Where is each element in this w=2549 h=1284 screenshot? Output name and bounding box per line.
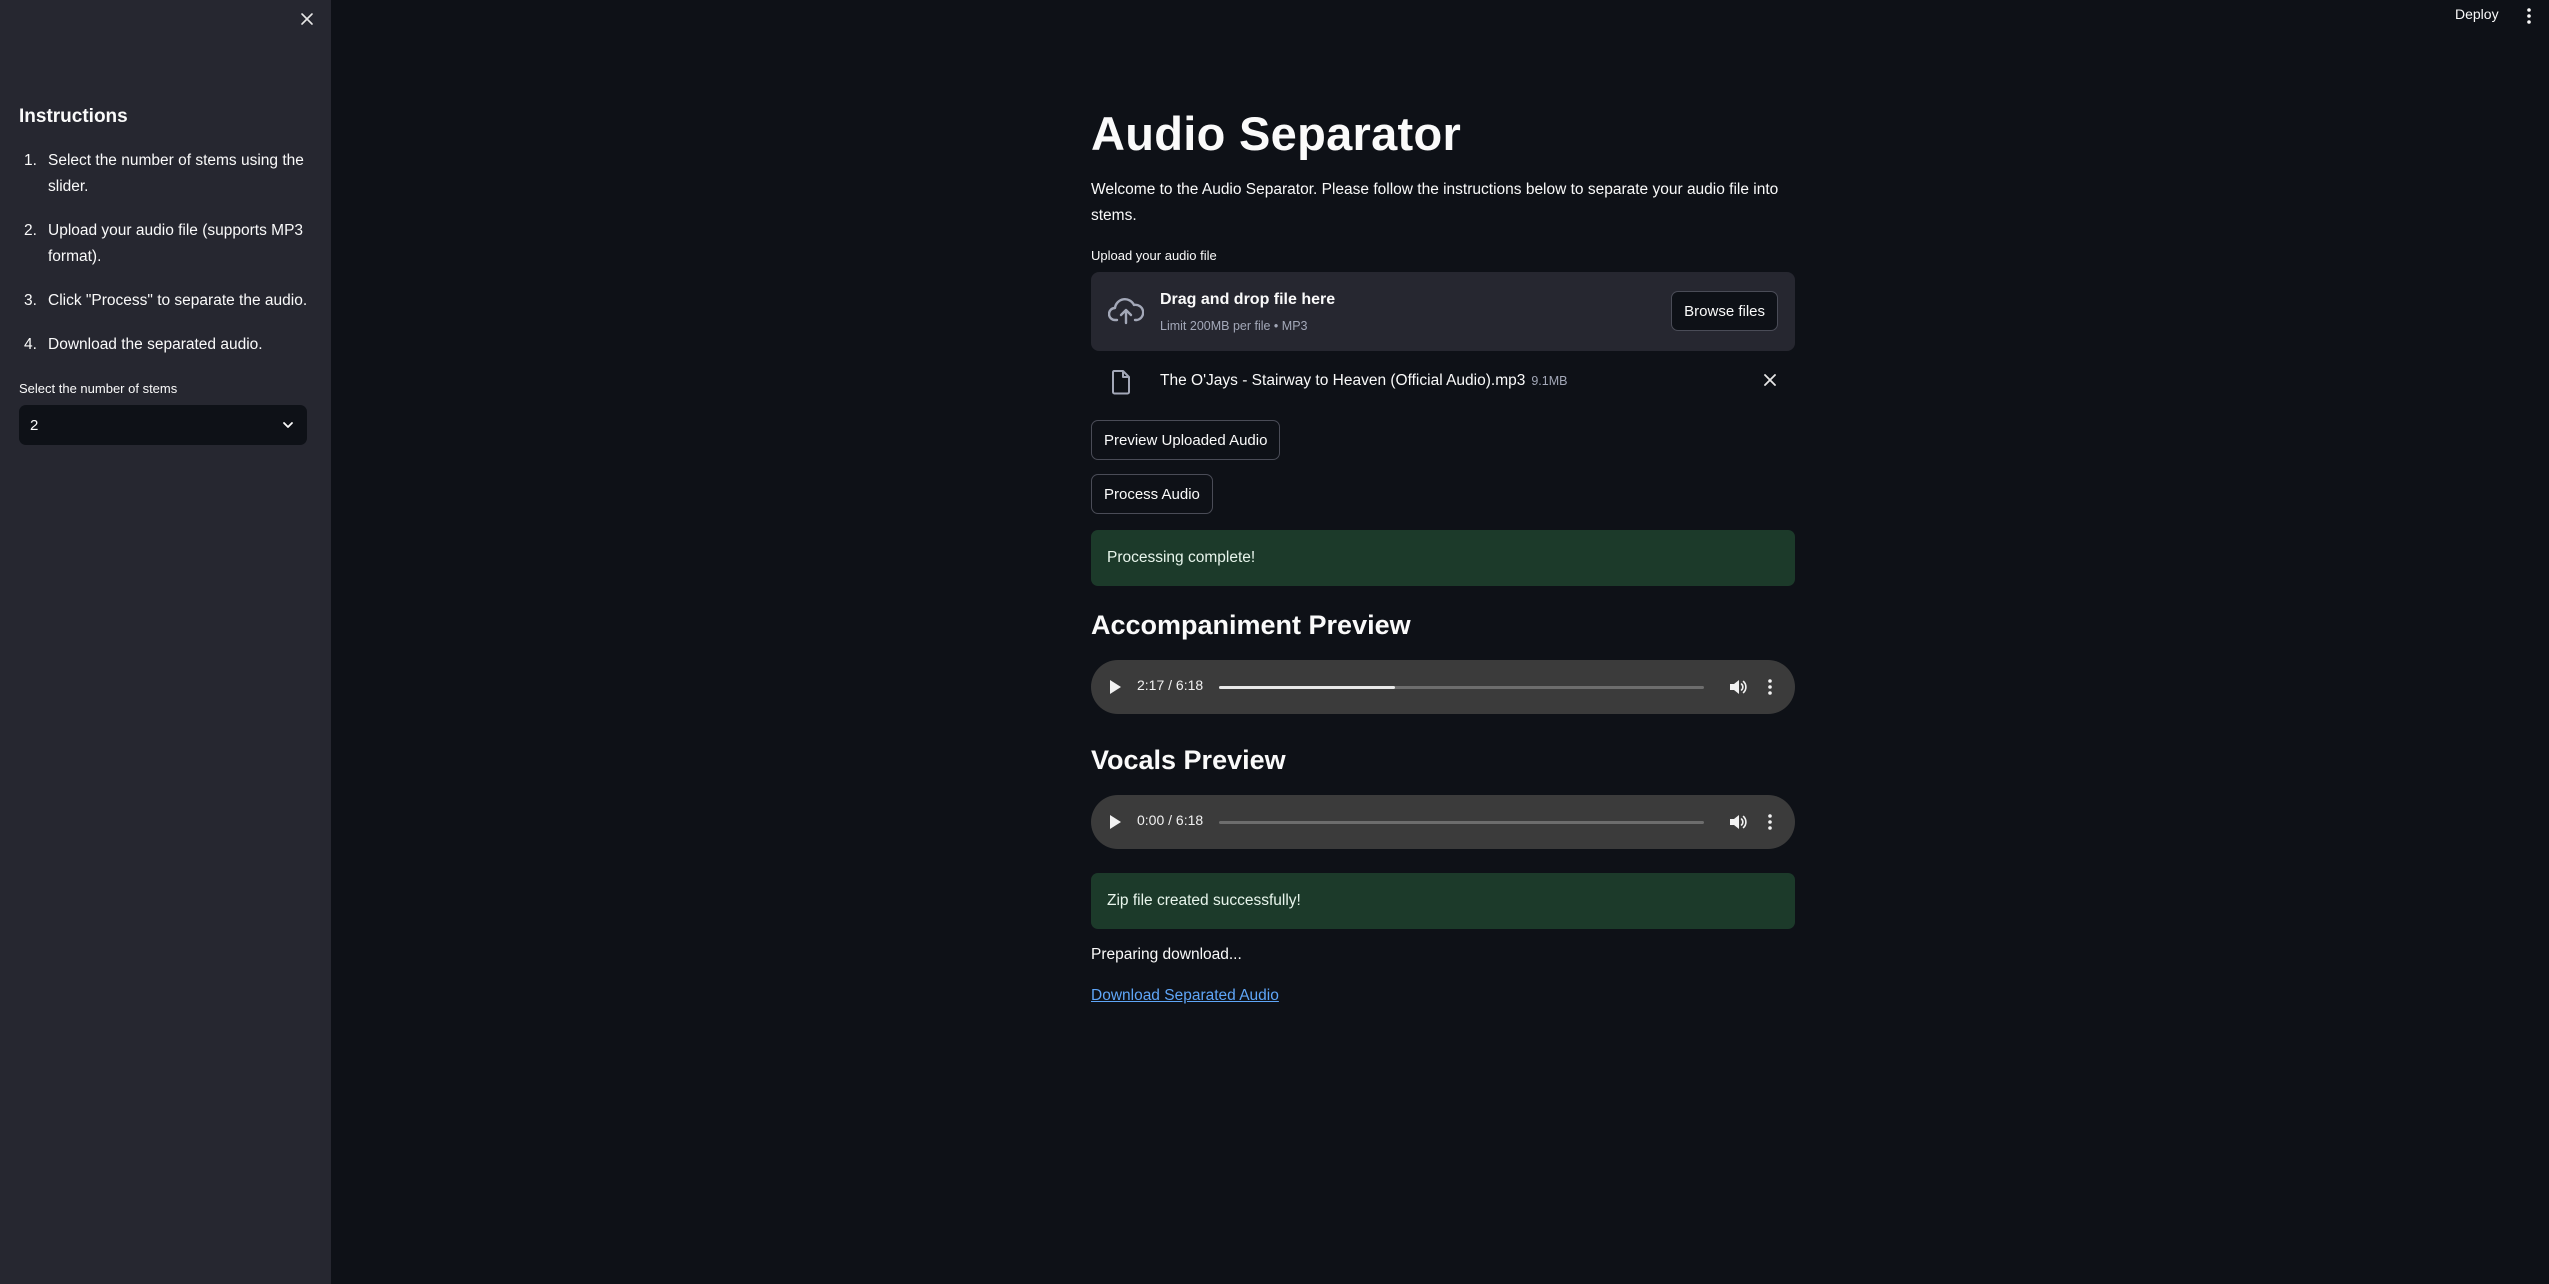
deploy-button[interactable]: Deploy <box>2455 6 2499 22</box>
more-vertical-icon <box>2527 8 2531 24</box>
uploaded-file-row: The O'Jays - Stairway to Heaven (Officia… <box>1091 364 1795 400</box>
processing-success-alert: Processing complete! <box>1091 530 1795 586</box>
instruction-item: 1. Select the number of stems using the … <box>19 148 309 200</box>
play-icon[interactable] <box>1108 814 1122 830</box>
player-time: 2:17 / 6:18 <box>1137 677 1204 693</box>
instruction-number: 2. <box>24 222 37 239</box>
instructions-heading: Instructions <box>19 106 128 127</box>
file-icon <box>1112 370 1130 395</box>
zip-status-text: Zip file created successfully! <box>1107 892 1301 909</box>
volume-icon[interactable] <box>1728 812 1748 832</box>
instruction-text: Upload your audio file (supports MP3 for… <box>48 222 304 265</box>
player-progress-fill <box>1219 686 1396 689</box>
close-icon <box>1764 374 1776 386</box>
uploaded-file-info: The O'Jays - Stairway to Heaven (Officia… <box>1160 372 1568 390</box>
sidebar: Instructions 1. Select the number of ste… <box>0 0 331 1284</box>
close-icon <box>301 13 313 25</box>
instruction-item: 2. Upload your audio file (supports MP3 … <box>19 218 309 270</box>
instruction-text: Download the separated audio. <box>48 336 263 353</box>
stems-select-value: 2 <box>30 416 39 434</box>
preview-uploaded-audio-button[interactable]: Preview Uploaded Audio <box>1091 420 1281 460</box>
stems-select-label: Select the number of stems <box>19 381 178 396</box>
preparing-download-text: Preparing download... <box>1091 946 1242 963</box>
instruction-number: 4. <box>24 336 37 353</box>
vocals-heading: Vocals Preview <box>1091 745 1286 775</box>
player-progress-slider[interactable] <box>1219 686 1704 689</box>
download-separated-audio-link[interactable]: Download Separated Audio <box>1091 987 1279 1005</box>
close-sidebar-button[interactable] <box>296 8 318 30</box>
play-icon[interactable] <box>1108 679 1122 695</box>
browse-files-button[interactable]: Browse files <box>1671 291 1778 331</box>
chevron-down-icon <box>283 422 293 428</box>
file-dropzone[interactable]: Drag and drop file here Limit 200MB per … <box>1091 272 1795 351</box>
cloud-upload-icon <box>1108 298 1144 325</box>
zip-success-alert: Zip file created successfully! <box>1091 873 1795 929</box>
instructions-list: 1. Select the number of stems using the … <box>19 148 309 376</box>
instruction-item: 4. Download the separated audio. <box>19 332 309 358</box>
remove-file-button[interactable] <box>1763 373 1777 392</box>
more-vertical-icon[interactable] <box>1765 677 1775 697</box>
volume-icon[interactable] <box>1728 677 1748 697</box>
uploaded-file-name: The O'Jays - Stairway to Heaven (Officia… <box>1160 372 1526 389</box>
processing-status-text: Processing complete! <box>1107 549 1256 566</box>
more-vertical-icon[interactable] <box>1765 812 1775 832</box>
instruction-number: 1. <box>24 152 37 169</box>
vocals-audio-player[interactable]: 0:00 / 6:18 <box>1091 795 1795 849</box>
instruction-text: Select the number of stems using the sli… <box>48 152 304 195</box>
page-title: Audio Separator <box>1091 107 1462 160</box>
accompaniment-heading: Accompaniment Preview <box>1091 610 1411 640</box>
instruction-text: Click "Process" to separate the audio. <box>48 292 308 309</box>
dropzone-title: Drag and drop file here <box>1160 291 1336 308</box>
upload-label: Upload your audio file <box>1091 248 1217 263</box>
main-menu-button[interactable] <box>2524 6 2534 31</box>
uploaded-file-size: 9.1MB <box>1531 374 1568 388</box>
dropzone-subtitle: Limit 200MB per file • MP3 <box>1160 319 1308 333</box>
player-progress-slider[interactable] <box>1219 821 1704 824</box>
instruction-item: 3. Click "Process" to separate the audio… <box>19 288 309 314</box>
instruction-number: 3. <box>24 292 37 309</box>
accompaniment-audio-player[interactable]: 2:17 / 6:18 <box>1091 660 1795 714</box>
process-audio-button[interactable]: Process Audio <box>1091 474 1213 514</box>
player-time: 0:00 / 6:18 <box>1137 812 1204 828</box>
stems-select[interactable]: 2 <box>19 405 307 445</box>
welcome-text: Welcome to the Audio Separator. Please f… <box>1091 181 1779 224</box>
